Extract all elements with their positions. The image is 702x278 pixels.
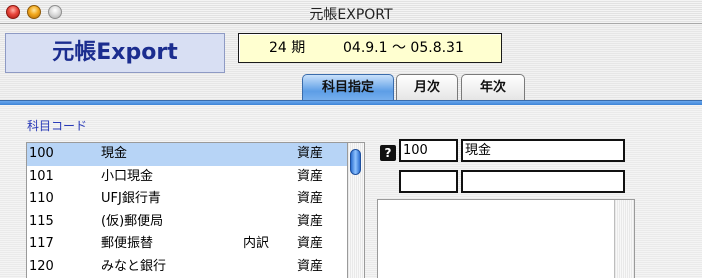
account-code: 100: [29, 146, 54, 161]
tab-monthly[interactable]: 月次: [396, 74, 458, 101]
account-category: 資産: [297, 213, 324, 229]
account-code: 120: [29, 258, 54, 274]
account-name: (仮)郵便局: [101, 213, 164, 229]
account-name-field[interactable]: 現金: [461, 139, 625, 162]
period-range: 04.9.1 ～ 05.8.31: [343, 40, 464, 56]
account-category: 資産: [297, 236, 324, 251]
list-item[interactable]: 101 小口現金 資産: [27, 166, 347, 189]
account-name: UFJ銀行青: [101, 191, 161, 206]
tab-yearly[interactable]: 年次: [461, 74, 525, 101]
list-item[interactable]: 120 みなと銀行 資産: [27, 256, 347, 278]
title-bar: 元帳EXPORT: [0, 0, 702, 24]
account-category: 資産: [297, 146, 324, 161]
account-code: 101: [29, 168, 54, 184]
app-title: 元帳Export: [5, 33, 225, 73]
account-list-scrollbar[interactable]: [348, 142, 365, 278]
account-extra: 内訳: [243, 236, 270, 251]
help-icon[interactable]: ?: [380, 145, 396, 161]
period-term: 24 期: [269, 40, 306, 56]
list-item[interactable]: 115 (仮)郵便局 資産: [27, 211, 347, 234]
account-name: 小口現金: [101, 168, 154, 184]
account-category: 資産: [297, 258, 324, 274]
account-name: みなと銀行: [101, 258, 167, 274]
account-category: 資産: [297, 168, 324, 184]
account-code: 115: [29, 213, 54, 229]
fiscal-period-display: 24 期 04.9.1 ～ 05.8.31: [238, 33, 502, 63]
account-code-field[interactable]: 100: [399, 139, 458, 162]
account-name: 現金: [101, 146, 128, 161]
account-category: 資産: [297, 191, 324, 206]
account-code: 117: [29, 236, 54, 251]
list-item[interactable]: 100 現金 資産: [27, 143, 347, 166]
sub-code-field[interactable]: [399, 170, 458, 193]
selected-accounts-area[interactable]: [377, 199, 635, 278]
account-name: 郵便振替: [101, 236, 154, 251]
sub-name-field[interactable]: [461, 170, 625, 193]
list-item[interactable]: 117 郵便振替 内訳 資産: [27, 233, 347, 256]
scrollbar-thumb[interactable]: [350, 149, 361, 175]
list-item[interactable]: 110 UFJ銀行青 資産: [27, 188, 347, 211]
tab-account-selection[interactable]: 科目指定: [302, 74, 394, 102]
account-code-label: 科目コード: [27, 119, 88, 133]
account-list[interactable]: 100 現金 資産 101 小口現金 資産 110 UFJ銀行青 資産 115 …: [26, 142, 348, 278]
account-code: 110: [29, 191, 54, 206]
selected-accounts-scrollbar[interactable]: [614, 200, 634, 278]
window-title: 元帳EXPORT: [309, 7, 393, 23]
